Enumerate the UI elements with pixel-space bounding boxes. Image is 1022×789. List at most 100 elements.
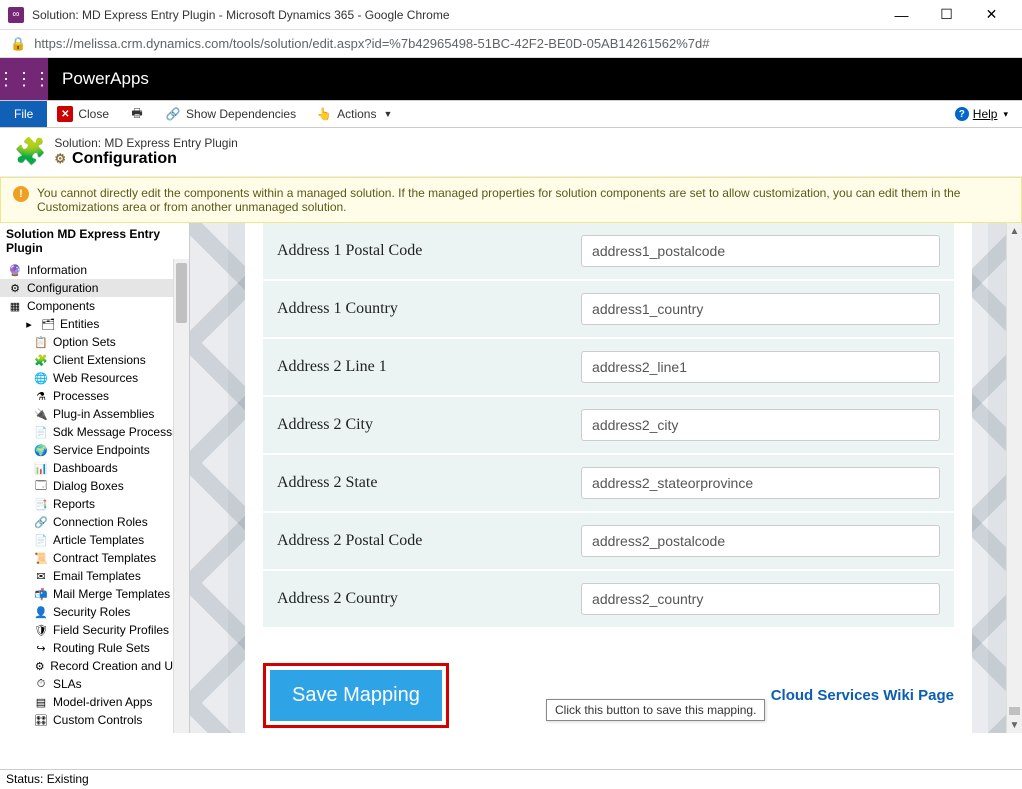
- waffle-icon[interactable]: ⋮⋮⋮: [0, 58, 48, 100]
- sidebar-item-plugin-assemblies[interactable]: 🔌Plug-in Assemblies: [0, 405, 189, 423]
- sidebar-item-custom-controls[interactable]: 🎛Custom Controls: [0, 711, 189, 729]
- mapping-table: Address 1 Postal Code Address 1 Country …: [263, 223, 954, 629]
- sidebar-item-components[interactable]: ▦Components: [0, 297, 189, 315]
- sidebar-item-web-resources[interactable]: 🌐Web Resources: [0, 369, 189, 387]
- field-input-address2-country[interactable]: [581, 583, 940, 615]
- sidebar-item-sdk-message[interactable]: 📄Sdk Message Processing…: [0, 423, 189, 441]
- sidebar-item-configuration[interactable]: ⚙Configuration: [0, 279, 189, 297]
- sidebar-item-client-extensions[interactable]: 🧩Client Extensions: [0, 351, 189, 369]
- app-bar: ⋮⋮⋮ PowerApps: [0, 58, 1022, 100]
- minimize-button[interactable]: ―: [879, 1, 924, 29]
- app-icon: ∞: [8, 7, 24, 23]
- sidebar-item-service-endpoints[interactable]: 🌍Service Endpoints: [0, 441, 189, 459]
- field-label: Address 2 Line 1: [263, 338, 567, 396]
- sidebar-item-mail-merge[interactable]: 📬Mail Merge Templates: [0, 585, 189, 603]
- table-row: Address 2 State: [263, 454, 954, 512]
- field-input-address1-postalcode[interactable]: [581, 235, 940, 267]
- routing-icon: ↪: [34, 641, 48, 655]
- sidebar-item-processes[interactable]: ⚗Processes: [0, 387, 189, 405]
- sidebar-item-field-security[interactable]: 🛡Field Security Profiles: [0, 621, 189, 639]
- security-icon: 👤: [34, 605, 48, 619]
- sidebar-item-security-roles[interactable]: 👤Security Roles: [0, 603, 189, 621]
- wiki-link[interactable]: Cloud Services Wiki Page: [771, 687, 954, 704]
- status-bar: Status: Existing: [0, 769, 1022, 789]
- field-label: Address 2 City: [263, 396, 567, 454]
- sidebar-item-virtual-entity[interactable]: ☁Virtual Entity Data Prov…: [0, 729, 189, 733]
- field-input-address2-city[interactable]: [581, 409, 940, 441]
- show-dependencies-label: Show Dependencies: [186, 107, 296, 121]
- optionset-icon: 📋: [34, 335, 48, 349]
- page-title-text: Configuration: [72, 150, 177, 168]
- sidebar-item-contract-templates[interactable]: 📜Contract Templates: [0, 549, 189, 567]
- record-icon: ⚙: [34, 659, 45, 673]
- maximize-button[interactable]: ☐: [924, 1, 969, 29]
- table-row: Address 2 City: [263, 396, 954, 454]
- field-input-address2-line1[interactable]: [581, 351, 940, 383]
- page-header: 🧩 Solution: MD Express Entry Plugin ⚙ Co…: [0, 128, 1022, 177]
- endpoint-icon: 🌍: [34, 443, 48, 457]
- field-input-address2-state[interactable]: [581, 467, 940, 499]
- main-content: Address 1 Postal Code Address 1 Country …: [190, 223, 1022, 733]
- status-text: Status: Existing: [6, 772, 89, 786]
- field-input-address1-country[interactable]: [581, 293, 940, 325]
- chevron-down-icon: ▾: [1003, 109, 1008, 120]
- plugin-icon: 🔌: [34, 407, 48, 421]
- field-label: Address 2 State: [263, 454, 567, 512]
- sidebar-title: Solution MD Express Entry Plugin: [0, 223, 189, 259]
- close-button[interactable]: ✕ Close: [47, 101, 119, 127]
- fieldsec-icon: 🛡: [34, 623, 48, 637]
- table-row: Address 1 Country: [263, 280, 954, 338]
- field-input-address2-postalcode[interactable]: [581, 525, 940, 557]
- help-icon: ?: [955, 107, 969, 121]
- actions-menu[interactable]: 👆 Actions ▼: [306, 101, 402, 127]
- main-scrollbar[interactable]: ▲ ▼: [1006, 223, 1022, 733]
- sidebar-item-routing[interactable]: ↪Routing Rule Sets: [0, 639, 189, 657]
- page-title: ⚙ Configuration: [54, 150, 237, 168]
- table-row: Address 1 Postal Code: [263, 223, 954, 280]
- close-icon: ✕: [57, 106, 73, 122]
- sidebar-scrollbar[interactable]: [173, 259, 189, 733]
- save-highlight: Save Mapping: [263, 663, 449, 728]
- url-text[interactable]: https://melissa.crm.dynamics.com/tools/s…: [34, 36, 709, 51]
- sidebar-item-email-templates[interactable]: ✉Email Templates: [0, 567, 189, 585]
- sidebar-item-entities[interactable]: ▸🗂Entities: [0, 315, 189, 333]
- connection-icon: 🔗: [34, 515, 48, 529]
- process-icon: ⚗: [34, 389, 48, 403]
- close-window-button[interactable]: ✕: [969, 1, 1014, 29]
- show-dependencies-button[interactable]: 🔗 Show Dependencies: [155, 101, 306, 127]
- scroll-thumb[interactable]: [1009, 707, 1020, 715]
- virtual-icon: ☁: [34, 731, 45, 733]
- sidebar-item-reports[interactable]: 📑Reports: [0, 495, 189, 513]
- save-mapping-button[interactable]: Save Mapping: [270, 670, 442, 721]
- scroll-down-icon[interactable]: ▼: [1007, 717, 1022, 733]
- sidebar-item-slas[interactable]: ⏱SLAs: [0, 675, 189, 693]
- sidebar-item-connection-roles[interactable]: 🔗Connection Roles: [0, 513, 189, 531]
- export-button[interactable]: 🖶: [119, 101, 155, 127]
- export-icon: 🖶: [129, 106, 145, 122]
- control-icon: 🎛: [34, 713, 48, 727]
- sidebar-item-model-driven[interactable]: ▤Model-driven Apps: [0, 693, 189, 711]
- help-link[interactable]: ? Help ▾: [955, 107, 1022, 121]
- file-button[interactable]: File: [0, 101, 47, 127]
- gear-icon: ⚙: [54, 151, 66, 167]
- brand-label: PowerApps: [48, 69, 149, 89]
- field-label: Address 2 Country: [263, 570, 567, 628]
- scroll-up-icon[interactable]: ▲: [1007, 223, 1022, 239]
- chevron-right-icon: ▸: [22, 317, 36, 331]
- email-icon: ✉: [34, 569, 48, 583]
- table-row: Address 2 Country: [263, 570, 954, 628]
- window-titlebar: ∞ Solution: MD Express Entry Plugin - Mi…: [0, 0, 1022, 30]
- info-icon: 🔮: [8, 263, 22, 277]
- sidebar-item-option-sets[interactable]: 📋Option Sets: [0, 333, 189, 351]
- sidebar-item-dialog-boxes[interactable]: 🗔Dialog Boxes: [0, 477, 189, 495]
- sidebar-item-record-creation[interactable]: ⚙Record Creation and U…: [0, 657, 189, 675]
- sidebar-item-dashboards[interactable]: 📊Dashboards: [0, 459, 189, 477]
- window-title: Solution: MD Express Entry Plugin - Micr…: [32, 8, 879, 22]
- extension-icon: 🧩: [34, 353, 48, 367]
- field-label: Address 2 Postal Code: [263, 512, 567, 570]
- sidebar-item-information[interactable]: 🔮Information: [0, 261, 189, 279]
- mailmerge-icon: 📬: [34, 587, 48, 601]
- tooltip: Click this button to save this mapping.: [546, 699, 765, 721]
- sidebar-item-article-templates[interactable]: 📄Article Templates: [0, 531, 189, 549]
- sdk-icon: 📄: [34, 425, 48, 439]
